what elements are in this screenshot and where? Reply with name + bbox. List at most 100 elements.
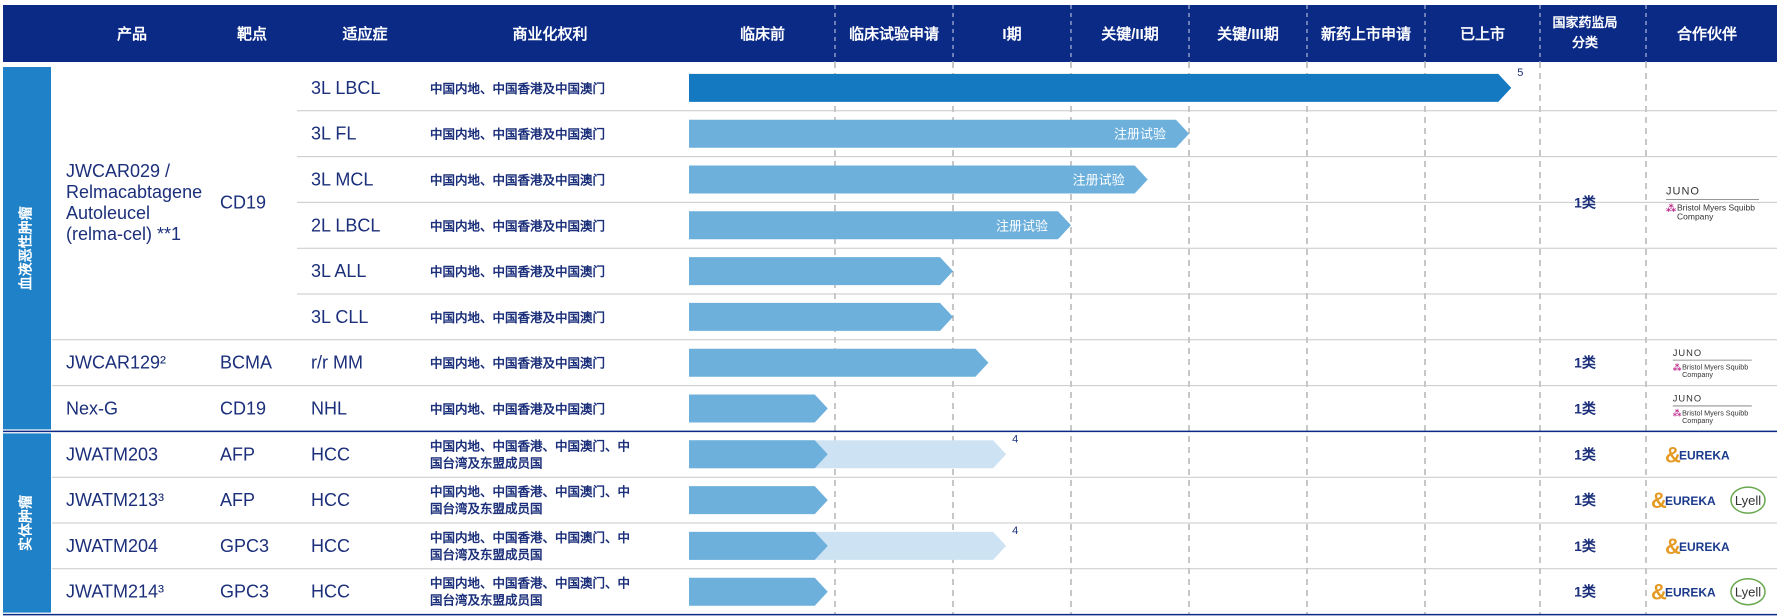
progress-bars: 5注册试验注册试验注册试验44 [689,67,1523,606]
rights-text: 中国内地、中国香港及中国澳门 [430,173,605,188]
header-target: 靶点 [237,25,267,43]
bms-logo-mark: ⁂ [1673,362,1682,372]
header-partner: 合作伙伴 [1676,25,1737,43]
progress-bar [689,440,828,469]
rights-text: 国台湾及东盟成员国 [430,547,543,562]
indication-label: 2L LBCL [311,215,380,235]
product-name: (relma-cel) **1 [66,224,181,244]
eureka-logo: &EUREKA [1665,534,1730,559]
lyell-logo: Lyell [1730,577,1766,606]
product-name: Nex-G [66,399,118,419]
rights-text: 国台湾及东盟成员国 [430,455,543,470]
progress-bar [689,302,953,331]
product-name: JWATM204 [66,536,158,556]
target-label: BCMA [220,353,272,373]
group-label: 血液恶性肿瘤 [18,206,34,290]
product-name: Relmacabtagene [66,182,202,202]
indication-label: 3L LBCL [311,78,380,98]
bar-label: 注册试验 [1073,173,1125,188]
indication-label: 3L FL [311,124,356,144]
rights-text: 中国内地、中国香港、中国澳门、中 [430,530,630,545]
progress-bar [689,348,989,377]
bms-logo-text: Company [1682,416,1713,425]
rights-text: 中国内地、中国香港、中国澳门、中 [430,438,630,453]
target-label: CD19 [220,399,266,419]
nmpa-class: 1类 [1574,492,1597,508]
juno-bms-logo: JUNO⁂ Bristol Myers SquibbCompany [1672,394,1752,425]
product-name: JWCAR029 / [66,161,170,181]
indication-label: 3L CLL [311,307,368,327]
group-label: 实体肿瘤 [18,495,34,551]
pipeline-chart: 产品 靶点 适应症 商业化权利 国家药监局 分类 合作伙伴 临床前 临床试验申请 I… [3,5,1777,616]
progress-bar [689,394,828,423]
product-name: JWCAR129² [66,353,166,373]
nmpa-class: 1类 [1574,538,1597,554]
progress-bar [689,257,953,286]
rights-text: 中国内地、中国香港、中国澳门、中 [430,576,630,591]
lyell-logo-text: Lyell [1735,585,1761,600]
rights-text: 中国内地、中国香港及中国澳门 [430,402,605,417]
nmpa-class: 1类 [1574,194,1597,210]
bar-label: 注册试验 [1114,127,1166,142]
rights-text: 中国内地、中国香港及中国澳门 [430,264,605,279]
header-indication: 适应症 [342,25,387,43]
footnote-marker: 4 [1012,525,1018,537]
stage-header: I期 [1002,25,1021,43]
rights-text: 中国内地、中国香港及中国澳门 [430,356,605,371]
header-product: 产品 [117,25,147,43]
eureka-logo-text: EUREKA [1665,494,1716,508]
juno-logo-text: JUNO [1673,394,1702,404]
product-name: Autoleucel [66,203,150,223]
target-label: CD19 [220,192,266,212]
bms-logo-text: Company [1682,370,1713,379]
rights-text: 中国内地、中国香港及中国澳门 [430,127,605,142]
bms-logo-mark: ⁂ [1666,202,1677,214]
rights-text: 中国内地、中国香港、中国澳门、中 [430,484,630,499]
stage-header: 新药上市申请 [1321,25,1411,43]
rights-text: 中国内地、中国香港及中国澳门 [430,310,605,325]
group-column: 血液恶性肿瘤实体肿瘤 [3,67,51,613]
stage-header: 关键/III期 [1217,25,1279,43]
lyell-logo-text: Lyell [1735,493,1761,508]
product-name: JWATM203 [66,444,158,464]
product-name: JWATM213³ [66,490,164,510]
eureka-logo: &EUREKA [1651,488,1716,513]
eureka-logo-text: EUREKA [1679,448,1730,462]
header-rights: 商业化权利 [512,25,587,43]
stage-header: 关键/II期 [1101,25,1159,43]
header-class-line2: 分类 [1572,35,1599,50]
eureka-logo: &EUREKA [1665,442,1730,467]
target-label: GPC3 [220,582,269,602]
nmpa-class: 1类 [1574,401,1597,417]
rights-text: 中国内地、中国香港及中国澳门 [430,218,605,233]
target-label: AFP [220,444,255,464]
indication-label: r/r MM [311,353,363,373]
indication-rows: 3L LBCL 中国内地、中国香港及中国澳门 3L FL 中国内地、中国香港及中国澳门… [311,78,630,608]
stage-header: 临床前 [740,25,785,43]
eureka-logo-text: EUREKA [1679,540,1730,554]
target-label: AFP [220,490,255,510]
rights-text: 国台湾及东盟成员国 [430,593,543,608]
bms-logo-text: Company [1677,211,1714,221]
indication-label: 3L ALL [311,261,366,281]
juno-bms-logo: JUNO⁂ Bristol Myers SquibbCompany [1666,185,1759,221]
stage-header: 已上市 [1460,25,1505,43]
eureka-logo-text: EUREKA [1665,586,1716,600]
indication-label: 3L MCL [311,170,373,190]
eureka-logo: &EUREKA [1651,580,1716,605]
nmpa-class: 1类 [1574,355,1597,371]
footnote-marker: 4 [1012,433,1018,445]
indication-label: HCC [311,536,350,556]
bms-logo-mark: ⁂ [1673,408,1682,418]
header-class-line1: 国家药监局 [1552,15,1617,30]
progress-bar [689,73,1512,102]
product-name: JWATM214³ [66,582,164,602]
nmpa-class: 1类 [1574,446,1597,462]
juno-logo-text: JUNO [1666,185,1700,197]
target-label: GPC3 [220,536,269,556]
bar-label: 注册试验 [996,218,1048,233]
indication-label: NHL [311,399,347,419]
juno-bms-logo: JUNO⁂ Bristol Myers SquibbCompany [1672,348,1752,379]
nmpa-class: 1类 [1574,584,1597,600]
footnote-marker: 5 [1517,67,1523,79]
